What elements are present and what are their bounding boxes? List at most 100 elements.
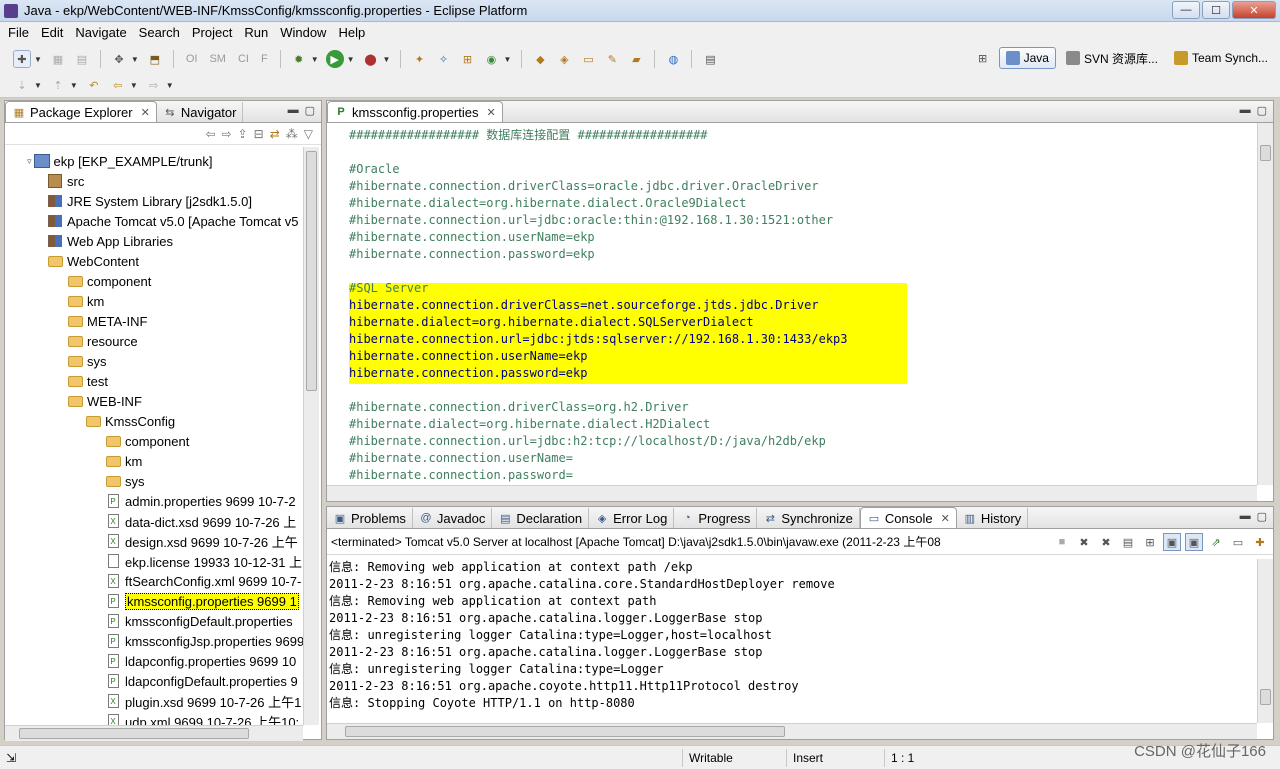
scrollbar-thumb[interactable]: [1260, 145, 1271, 161]
tree-node[interactable]: km: [105, 451, 142, 471]
remove-all-icon[interactable]: ✖: [1097, 533, 1115, 551]
scrollbar-thumb[interactable]: [19, 728, 249, 739]
new-other-dropdown-icon[interactable]: ▼: [503, 55, 511, 64]
notes-icon[interactable]: ▤: [701, 50, 719, 68]
perspective-team-synch[interactable]: Team Synch...: [1168, 47, 1274, 69]
toolbar-ci[interactable]: CI: [238, 53, 249, 65]
tab-declaration[interactable]: ▤ Declaration: [492, 508, 590, 528]
scrollbar-thumb[interactable]: [306, 151, 317, 391]
new-other-icon[interactable]: ◉: [482, 50, 500, 68]
minimize-view-icon[interactable]: ▬: [288, 104, 299, 117]
web-browser-icon[interactable]: ◍: [664, 50, 682, 68]
tree-node[interactable]: WEB-INF: [67, 391, 142, 411]
open-console-icon[interactable]: ✚: [1251, 533, 1269, 551]
tree-node[interactable]: Pkmssconfig.properties 9699 1: [105, 591, 299, 611]
tab-navigator[interactable]: ⇆ Navigator: [157, 102, 244, 122]
menu-run[interactable]: Run: [238, 25, 274, 40]
tree-node[interactable]: Xdesign.xsd 9699 10-7-26 上午: [105, 531, 298, 551]
new-class-icon[interactable]: ⊞: [458, 50, 476, 68]
build-icon[interactable]: ✥: [110, 50, 128, 68]
back-dropdown-icon[interactable]: ▼: [130, 81, 138, 90]
scrollbar-thumb[interactable]: [345, 726, 785, 737]
tree-node[interactable]: PkmssconfigJsp.properties 9699: [105, 631, 304, 651]
back-icon[interactable]: ⇦: [205, 127, 215, 141]
menu-navigate[interactable]: Navigate: [69, 25, 132, 40]
run-icon[interactable]: ▶: [325, 50, 344, 68]
print-icon[interactable]: ▤: [73, 50, 91, 68]
console-vertical-scrollbar[interactable]: [1257, 559, 1273, 723]
menu-help[interactable]: Help: [332, 25, 371, 40]
previous-annotation-icon[interactable]: ⇡: [49, 76, 67, 94]
deploy-icon[interactable]: ⬒: [146, 50, 164, 68]
tab-synchronize[interactable]: ⇄ Synchronize: [757, 508, 860, 528]
toolbar-oi[interactable]: OI: [186, 53, 198, 65]
toolbar-sm[interactable]: SM: [209, 53, 226, 65]
minimize-view-icon[interactable]: ▬: [1240, 104, 1251, 117]
debug-icon[interactable]: ✹: [290, 50, 308, 68]
tree-horizontal-scrollbar[interactable]: [5, 725, 303, 741]
build-dropdown-icon[interactable]: ▼: [131, 55, 139, 64]
edit-icon[interactable]: ✎: [603, 50, 621, 68]
external-tools-dropdown-icon[interactable]: ▼: [383, 55, 391, 64]
tree-node[interactable]: WebContent: [47, 251, 139, 271]
display-console-icon[interactable]: ▭: [1229, 533, 1247, 551]
maximize-view-icon[interactable]: ▢: [1257, 104, 1267, 117]
terminate-icon[interactable]: ■: [1053, 533, 1071, 551]
tree-node[interactable]: resource: [67, 331, 138, 351]
close-icon[interactable]: ✕: [941, 512, 950, 525]
tree-node[interactable]: PldapconfigDefault.properties 9: [105, 671, 298, 691]
tree-node[interactable]: Web App Libraries: [47, 231, 173, 251]
tab-package-explorer[interactable]: ▦ Package Explorer ✕: [5, 101, 157, 122]
tree-node[interactable]: src: [47, 171, 84, 191]
open-resource-icon[interactable]: ▭: [579, 50, 597, 68]
back-icon[interactable]: ⇦: [109, 76, 127, 94]
tree-node[interactable]: sys: [67, 351, 107, 371]
maximize-view-icon[interactable]: ▢: [1257, 510, 1267, 523]
forward-icon[interactable]: ⇨: [145, 76, 163, 94]
pin-console-icon[interactable]: ⇗: [1207, 533, 1225, 551]
perspective-svn[interactable]: SVN 资源库...: [1060, 47, 1164, 69]
maximize-button[interactable]: ☐: [1202, 1, 1230, 19]
tree-node[interactable]: Padmin.properties 9699 10-7-2: [105, 491, 296, 511]
forward-icon[interactable]: ⇨: [222, 127, 232, 141]
tree-node[interactable]: Pldapconfig.properties 9699 10: [105, 651, 296, 671]
tree-node[interactable]: ekp.license 19933 10-12-31 上: [105, 551, 302, 571]
tree-vertical-scrollbar[interactable]: [303, 147, 319, 725]
next-annotation-dropdown-icon[interactable]: ▼: [34, 81, 42, 90]
link-with-editor-icon[interactable]: ⇄: [270, 127, 280, 141]
tree-node[interactable]: JRE System Library [j2sdk1.5.0]: [47, 191, 252, 211]
tree-node[interactable]: Xplugin.xsd 9699 10-7-26 上午1: [105, 691, 301, 711]
editor-text-area[interactable]: ################## 数据库连接配置 #############…: [327, 123, 1273, 501]
tab-progress[interactable]: ◔ Progress: [674, 508, 758, 528]
open-folder-icon[interactable]: ▰: [627, 50, 645, 68]
tree-node[interactable]: sys: [105, 471, 145, 491]
toolbar-f[interactable]: F: [261, 53, 268, 65]
external-tools-icon[interactable]: ⬤: [362, 50, 380, 68]
scroll-lock-icon[interactable]: ⊞: [1141, 533, 1159, 551]
tree-node[interactable]: component: [105, 431, 189, 451]
editor-vertical-scrollbar[interactable]: [1257, 123, 1273, 485]
tab-error-log[interactable]: ◈ Error Log: [589, 508, 675, 528]
tree-node[interactable]: KmssConfig: [85, 411, 175, 431]
clear-console-icon[interactable]: ▤: [1119, 533, 1137, 551]
open-type-icon[interactable]: ◆: [531, 50, 549, 68]
editor-horizontal-scrollbar[interactable]: [327, 485, 1257, 501]
tree-node[interactable]: test: [67, 371, 108, 391]
remove-launch-icon[interactable]: ✖: [1075, 533, 1093, 551]
new-package-icon[interactable]: ✧: [434, 50, 452, 68]
console-horizontal-scrollbar[interactable]: [327, 723, 1257, 739]
save-icon[interactable]: ▦: [49, 50, 67, 68]
menu-search[interactable]: Search: [133, 25, 186, 40]
fast-view-icon[interactable]: ⇲: [0, 749, 40, 767]
tree-node[interactable]: ▿ ekp [EKP_EXAMPLE/trunk]: [27, 151, 213, 171]
tab-history[interactable]: ▥ History: [957, 508, 1029, 528]
debug-dropdown-icon[interactable]: ▼: [311, 55, 319, 64]
filter-icon[interactable]: ⁂: [286, 127, 298, 141]
minimize-button[interactable]: —: [1172, 1, 1200, 19]
close-icon[interactable]: ✕: [486, 106, 495, 119]
tab-problems[interactable]: ▣ Problems: [327, 508, 413, 528]
show-stderr-icon[interactable]: ▣: [1185, 533, 1203, 551]
tab-kmssconfig-properties[interactable]: P kmssconfig.properties ✕: [327, 101, 503, 122]
perspective-java[interactable]: Java: [998, 47, 1056, 69]
show-stdout-icon[interactable]: ▣: [1163, 533, 1181, 551]
